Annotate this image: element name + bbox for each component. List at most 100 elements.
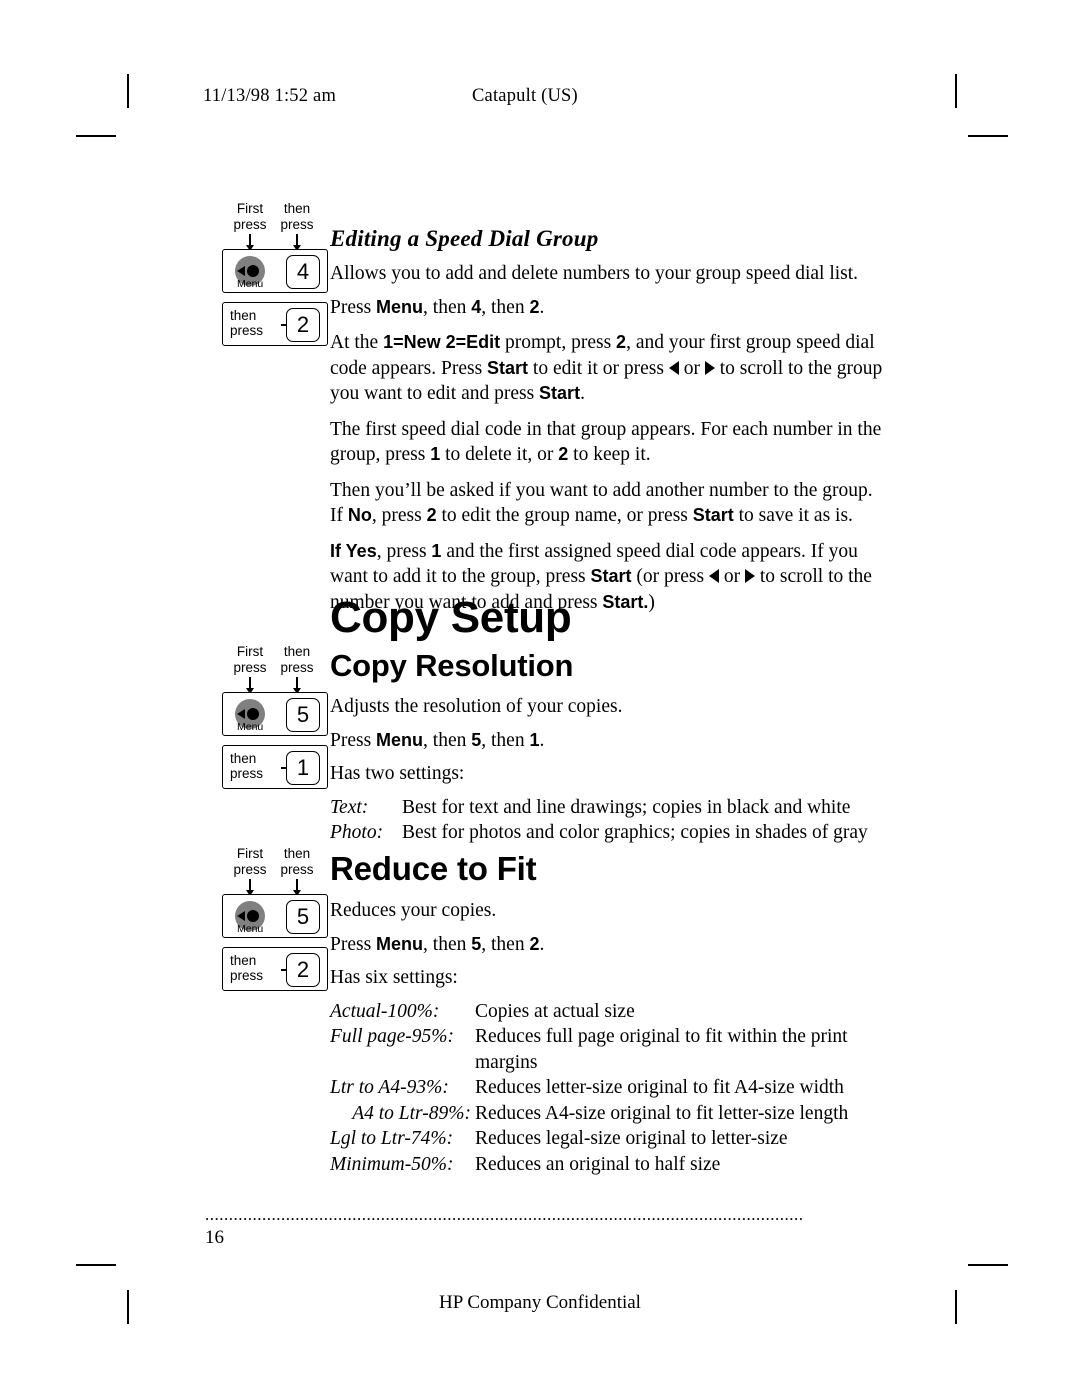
definition-desc: Reduces full page original to fit within… bbox=[475, 1026, 848, 1073]
paragraph-press-sequence: Press Menu, then 5, then 1. bbox=[330, 729, 545, 751]
key-arrow-left bbox=[246, 234, 253, 251]
definition-term: A4 to Ltr-89%: bbox=[352, 1102, 471, 1124]
left-arrow-icon bbox=[708, 569, 719, 583]
paragraph-six-settings: Has six settings: bbox=[330, 967, 458, 988]
left-arrow-icon bbox=[237, 266, 245, 276]
key-row-then: then press 2 bbox=[222, 947, 328, 991]
key-diagram-reduce-to-fit: First press then press Menu 5 then press… bbox=[222, 845, 342, 991]
paragraph-press-sequence: Press Menu, then 5, then 2. bbox=[330, 933, 545, 955]
definition-term: Photo: bbox=[330, 822, 384, 843]
numeric-key: 2 bbox=[286, 308, 320, 342]
left-arrow-icon bbox=[237, 709, 245, 719]
heading-reduce-to-fit: Reduce to Fit bbox=[330, 850, 537, 887]
footer-confidential: HP Company Confidential bbox=[439, 1292, 641, 1313]
definition-row: Minimum-50%: Reduces an original to half… bbox=[330, 1152, 910, 1178]
definition-desc: Reduces A4-size original to fit letter-s… bbox=[475, 1102, 849, 1124]
kbd-2: 2 bbox=[529, 933, 540, 954]
numeric-key: 5 bbox=[286, 698, 320, 732]
paragraph-press-sequence: Press Menu, then 4, then 2. bbox=[330, 296, 545, 318]
heading-copy-resolution: Copy Resolution bbox=[330, 648, 574, 683]
kbd-start4: Start bbox=[590, 566, 632, 586]
definition-row: Photo: Best for photos and color graphic… bbox=[330, 820, 905, 846]
key-arrow-right bbox=[293, 879, 300, 896]
key-label-then: then bbox=[283, 644, 311, 659]
heading-editing-speed-dial: Editing a Speed Dial Group bbox=[330, 226, 599, 251]
then-word: then bbox=[230, 953, 257, 968]
definition-row: Actual-100%: Copies at actual size bbox=[330, 999, 910, 1025]
header-title: Catapult (US) bbox=[472, 86, 578, 106]
paragraph-first-code: The first speed dial code in that group … bbox=[330, 418, 882, 466]
kbd-1: 1 bbox=[529, 729, 540, 750]
then-word: then bbox=[230, 308, 257, 323]
kbd-2c: 2 bbox=[558, 444, 569, 464]
paragraph-reduces: Reduces your copies. bbox=[330, 900, 497, 921]
kbd-new-edit: 1=New 2=Edit bbox=[383, 332, 501, 352]
key-label-press: press bbox=[233, 217, 267, 232]
definition-row: Text: Best for text and line drawings; c… bbox=[330, 795, 905, 821]
section-reduce-to-fit: Reduce to Fit Reduces your copies. Press… bbox=[330, 850, 910, 1177]
menu-caption: Menu bbox=[237, 721, 264, 733]
key-label-then-press: then press bbox=[230, 308, 263, 338]
key-arrow-left bbox=[246, 879, 253, 896]
kbd-start: Start bbox=[487, 357, 529, 378]
right-arrow-icon bbox=[744, 569, 755, 583]
key-label-first: First bbox=[236, 644, 264, 659]
definition-term: Actual-100%: bbox=[330, 1000, 440, 1022]
numeric-key: 5 bbox=[286, 900, 320, 934]
definition-row: Full page-95%: Reduces full page origina… bbox=[330, 1024, 910, 1075]
key-arrow-right bbox=[293, 677, 300, 694]
crop-mark-right-lower bbox=[968, 1264, 1008, 1266]
kbd-no: No bbox=[347, 505, 372, 525]
crop-mark-top-right bbox=[955, 74, 957, 108]
kbd-if-yes: If Yes bbox=[330, 540, 377, 561]
definition-desc: Copies at actual size bbox=[475, 1000, 635, 1022]
section-copy-resolution: Copy Resolution Adjusts the resolution o… bbox=[330, 648, 905, 846]
crop-mark-top-left bbox=[127, 74, 129, 108]
key-label-then-press: then press bbox=[230, 751, 263, 781]
definition-term: Full page-95%: bbox=[330, 1026, 455, 1047]
definition-term: Text: bbox=[330, 796, 369, 818]
header-date: 11/13/98 1:52 am bbox=[203, 86, 337, 106]
key-label-press2: press bbox=[280, 660, 314, 675]
key-row-menu: Menu 5 bbox=[222, 894, 328, 938]
press-word: press bbox=[230, 323, 264, 338]
menu-caption: Menu bbox=[237, 278, 264, 290]
key-label-press: press bbox=[233, 862, 267, 877]
crop-mark-left-upper bbox=[76, 135, 116, 137]
key-row-menu: Menu 4 bbox=[222, 249, 328, 293]
then-word: then bbox=[230, 751, 257, 766]
footer-dot-rule: ........................................… bbox=[205, 1205, 804, 1224]
key-arrow-right bbox=[293, 234, 300, 251]
press-word: press bbox=[230, 968, 264, 983]
numeric-key: 2 bbox=[286, 953, 320, 987]
definition-desc: Reduces legal-size original to letter-si… bbox=[475, 1128, 788, 1149]
paragraph-adjusts: Adjusts the resolution of your copies. bbox=[330, 696, 623, 717]
kbd-1b: 1 bbox=[431, 540, 442, 561]
kbd-start3: Start bbox=[692, 505, 734, 525]
definition-desc: Best for photos and color graphics; copi… bbox=[402, 822, 868, 843]
kbd-menu: Menu bbox=[376, 296, 424, 317]
key-row-then: then press 2 bbox=[222, 302, 328, 346]
definition-desc: Best for text and line drawings; copies … bbox=[402, 796, 851, 818]
press-word: press bbox=[230, 766, 264, 781]
numeric-key: 1 bbox=[286, 751, 320, 785]
crop-mark-left-lower bbox=[76, 1264, 116, 1266]
key-label-press2: press bbox=[280, 217, 314, 232]
key-row-then: then press 1 bbox=[222, 745, 328, 789]
key-label-first: First bbox=[236, 846, 264, 861]
kbd-2b: 2 bbox=[616, 332, 627, 352]
kbd-start5: Start. bbox=[602, 591, 649, 612]
definition-term: Minimum-50%: bbox=[330, 1153, 454, 1175]
kbd-start2: Start bbox=[539, 383, 581, 403]
numeric-key: 4 bbox=[286, 255, 320, 289]
section-editing-speed-dial: Editing a Speed Dial Group Allows you to… bbox=[330, 226, 890, 615]
key-label-press2: press bbox=[280, 862, 314, 877]
paragraph-two-settings: Has two settings: bbox=[330, 763, 465, 784]
kbd-menu: Menu bbox=[376, 729, 424, 750]
menu-dot-icon bbox=[247, 910, 259, 922]
key-arrow-left bbox=[246, 677, 253, 694]
definition-desc: Reduces an original to half size bbox=[475, 1153, 721, 1175]
key-label-first: First bbox=[236, 201, 264, 216]
definition-term: Ltr to A4-93%: bbox=[330, 1077, 449, 1098]
page-number: 16 bbox=[205, 1227, 224, 1248]
